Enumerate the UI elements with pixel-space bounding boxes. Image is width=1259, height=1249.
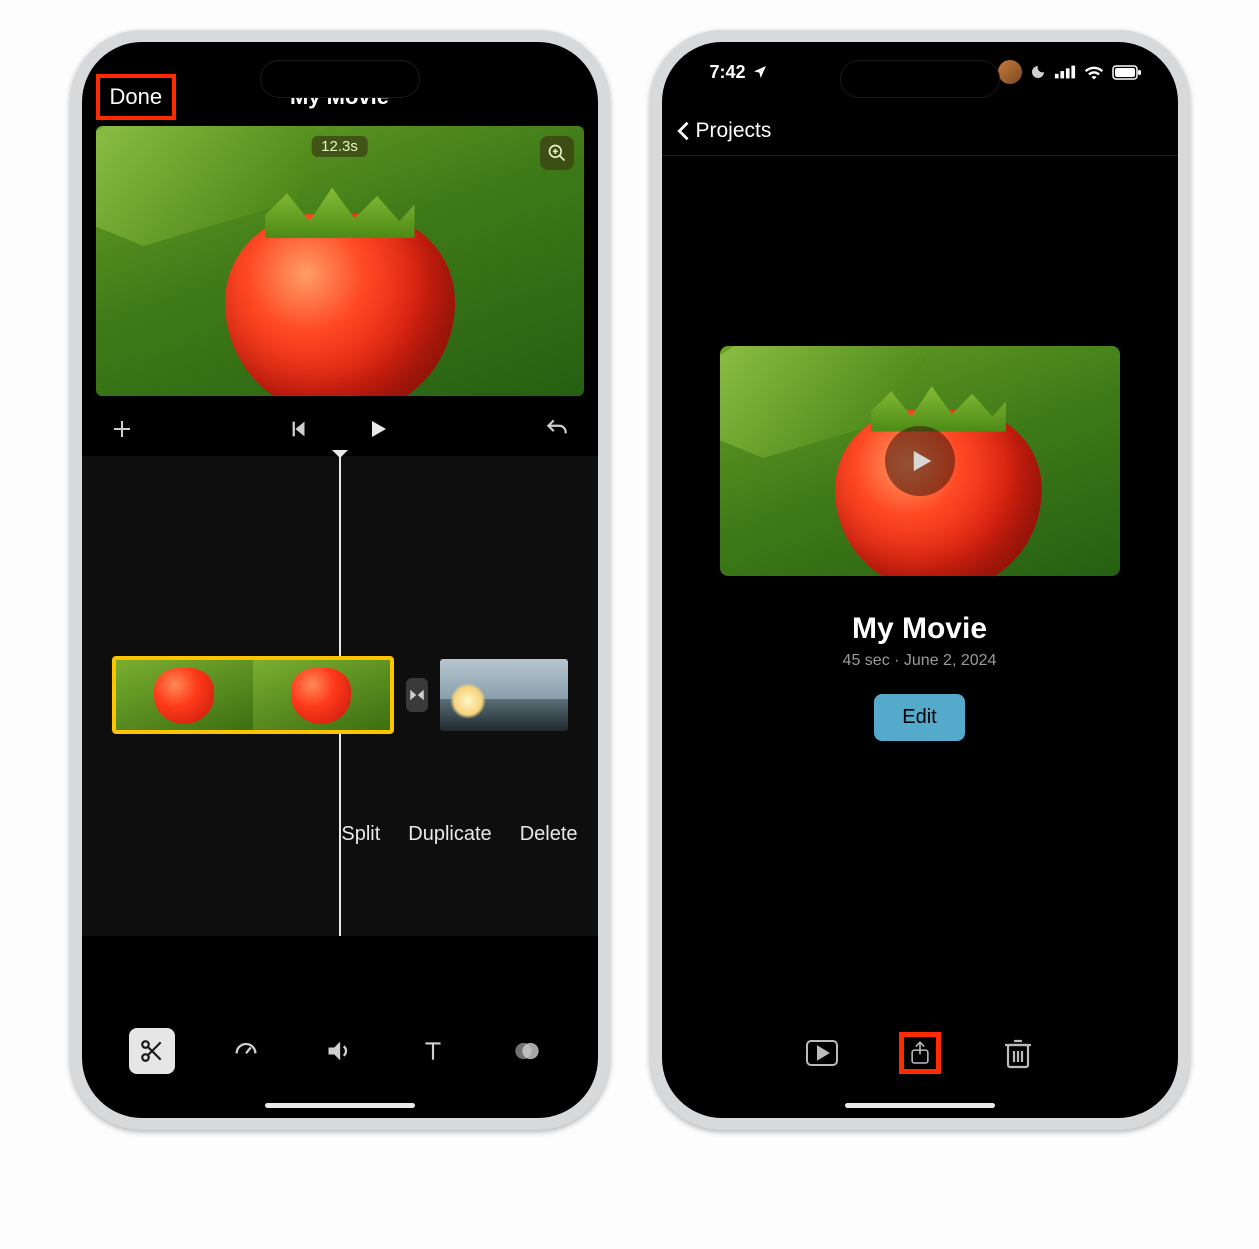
selected-clip[interactable]: [112, 656, 395, 734]
split-action[interactable]: Split: [341, 823, 380, 846]
video-preview[interactable]: 12.3s: [96, 126, 584, 396]
home-indicator[interactable]: [265, 1103, 415, 1108]
project-title: My Movie: [852, 612, 987, 646]
project-thumbnail[interactable]: [720, 346, 1120, 576]
status-time: 7:42: [710, 62, 746, 83]
location-icon: [752, 64, 768, 80]
play-project-button[interactable]: [801, 1032, 843, 1074]
play-button[interactable]: [366, 417, 390, 441]
edit-button[interactable]: Edit: [874, 694, 964, 741]
phone-right: 7:42 Projects: [650, 30, 1190, 1130]
add-media-button[interactable]: [110, 417, 134, 441]
scissors-tool[interactable]: [129, 1028, 175, 1074]
clip-thumb-2: [253, 660, 390, 730]
phone-left: Done My Movie 12.3s: [70, 30, 610, 1130]
nav-bar: Projects: [662, 106, 1178, 156]
back-label[interactable]: Projects: [696, 119, 772, 143]
volume-tool[interactable]: [316, 1028, 362, 1074]
titles-tool[interactable]: [410, 1028, 456, 1074]
transport-bar: [82, 402, 598, 456]
home-indicator[interactable]: [845, 1103, 995, 1108]
back-chevron-icon[interactable]: [676, 120, 690, 142]
dynamic-island: [260, 60, 420, 98]
clip-row: [112, 656, 568, 734]
screen-left: Done My Movie 12.3s: [82, 42, 598, 1118]
project-toolbar: [662, 1032, 1178, 1088]
pip-avatar[interactable]: [998, 60, 1022, 84]
battery-icon: [1112, 65, 1142, 80]
undo-button[interactable]: [544, 416, 570, 442]
delete-project-button[interactable]: [997, 1032, 1039, 1074]
project-area: My Movie 45 sec · June 2, 2024 Edit: [662, 346, 1178, 741]
project-meta: 45 sec · June 2, 2024: [843, 652, 997, 670]
editor-toolbar: [82, 1028, 598, 1088]
filters-tool[interactable]: [504, 1028, 550, 1074]
delete-action[interactable]: Delete: [520, 823, 578, 846]
share-button[interactable]: [899, 1032, 941, 1074]
cellular-icon: [1054, 65, 1076, 79]
speed-tool[interactable]: [223, 1028, 269, 1074]
skip-back-button[interactable]: [288, 418, 310, 440]
wifi-icon: [1084, 64, 1104, 80]
done-button[interactable]: Done: [96, 74, 177, 120]
screen-right: 7:42 Projects: [662, 42, 1178, 1118]
duplicate-action[interactable]: Duplicate: [408, 823, 491, 846]
transition-button[interactable]: [406, 678, 428, 712]
clip-actions: Split Duplicate Delete: [341, 823, 577, 846]
focus-icon: [1030, 64, 1046, 80]
timeline[interactable]: Split Duplicate Delete: [82, 456, 598, 936]
clip-thumb-1: [116, 660, 253, 730]
clip-duration-badge: 12.3s: [311, 136, 368, 157]
zoom-button[interactable]: [540, 136, 574, 170]
strawberry-graphic: [225, 214, 455, 396]
clip-2[interactable]: [440, 659, 568, 731]
dynamic-island: [840, 60, 1000, 98]
play-overlay-icon[interactable]: [885, 426, 955, 496]
